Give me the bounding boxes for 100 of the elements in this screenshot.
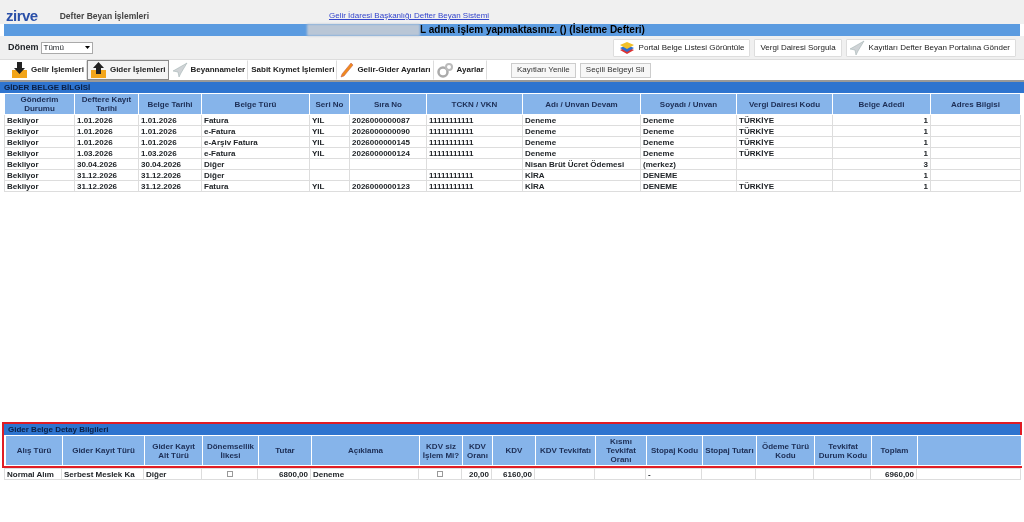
toolbar-tab[interactable]: Sabit Kıymet İşlemleri: [248, 60, 338, 80]
table-cell: TÜRKİYE: [736, 136, 833, 148]
checkbox[interactable]: [226, 470, 233, 477]
table-cell: 31.12.2026: [138, 169, 202, 181]
table-cell: Bekliyor: [4, 180, 75, 192]
page-title: Defter Beyan İşlemleri: [59, 9, 149, 23]
column-header[interactable]: KDV: [492, 435, 536, 466]
table-cell: YIL: [309, 114, 350, 126]
table-cell: Deneme: [640, 147, 737, 159]
column-header[interactable]: Stopaj Tutarı: [702, 435, 757, 466]
column-header[interactable]: Tutar: [258, 435, 312, 466]
column-header[interactable]: Gider Kayıt Alt Türü: [144, 435, 203, 466]
column-header[interactable]: Alış Türü: [5, 435, 63, 466]
column-header[interactable]: Kısmı Tevkifat Oranı: [595, 435, 647, 466]
table-cell: e-Fatura: [201, 125, 310, 137]
column-header[interactable]: Ödeme Türü Kodu: [756, 435, 815, 466]
column-header[interactable]: Gönderim Durumu: [4, 93, 75, 115]
column-header[interactable]: TCKN / VKN: [426, 93, 523, 115]
table-cell: YIL: [309, 125, 350, 137]
table-cell: 31.12.2026: [74, 169, 139, 181]
paper-plane-icon: [848, 39, 865, 56]
paper-plane-icon: [171, 62, 188, 78]
table-cell: 30.04.2026: [74, 158, 139, 170]
table-cell: [813, 468, 871, 480]
table-cell: Deneme: [310, 468, 419, 480]
table-cell: 1.01.2026: [138, 114, 202, 126]
table-cell: Deneme: [522, 114, 641, 126]
column-header[interactable]: Tevkifat Durum Kodu: [814, 435, 872, 466]
table-cell: 11111111111: [426, 136, 523, 148]
table-cell: 20,00: [461, 468, 492, 480]
table-cell: e-Fatura: [201, 147, 310, 159]
table-cell: 2026000000087: [349, 114, 427, 126]
column-header[interactable]: Soyadı / Unvan: [640, 93, 737, 115]
table-cell: Diğer: [201, 158, 310, 170]
toolbar-tab[interactable]: Gelir-Gider Ayarları: [337, 60, 434, 80]
column-header[interactable]: Toplam: [871, 435, 918, 466]
table-cell: Bekliyor: [4, 125, 75, 137]
checkbox[interactable]: [437, 470, 443, 477]
table-cell: 11111111111: [426, 169, 523, 181]
table-cell: Bekliyor: [4, 114, 75, 126]
table-cell: (merkez): [640, 158, 737, 170]
column-header[interactable]: Stopaj Kodu: [646, 435, 703, 466]
table-cell: [309, 158, 350, 170]
table-cell: Bekliyor: [4, 158, 75, 170]
column-header[interactable]: Belge Tarihi: [138, 93, 202, 115]
column-header[interactable]: Gider Kayıt Türü: [62, 435, 145, 466]
table-cell: 1.01.2026: [74, 114, 139, 126]
table-cell: [755, 468, 814, 480]
action-button[interactable]: Vergi Dairesi Sorgula: [754, 38, 842, 57]
table-cell: Deneme: [640, 114, 737, 126]
table-cell: TÜRKİYE: [736, 147, 833, 159]
table-cell: Diğer: [143, 468, 202, 480]
table-cell: Normal Alım: [4, 468, 62, 480]
toolbar-button[interactable]: Kayıtları Yenile: [510, 62, 576, 78]
portal-link[interactable]: Gelir İdaresi Başkanlığı Defter Beyan Sistemi: [329, 10, 490, 22]
column-header[interactable]: Vergi Dairesi Kodu: [736, 93, 833, 115]
column-header[interactable]: Açıklama: [311, 435, 420, 466]
table-cell: 6800,00: [257, 468, 311, 480]
column-header[interactable]: Adı / Unvan Devam: [522, 93, 641, 115]
period-select[interactable]: Tümü: [40, 41, 93, 54]
toolbar-button[interactable]: Seçili Belgeyi Sil: [579, 62, 651, 78]
table-cell: 2026000000145: [349, 136, 427, 148]
table-cell: DENEME: [640, 169, 737, 181]
table-cell: [701, 468, 756, 480]
table-cell: 1.01.2026: [138, 125, 202, 137]
table-cell: 1.03.2026: [74, 147, 139, 159]
toolbar-tab[interactable]: Gider İşlemleri: [86, 60, 169, 80]
table-cell: 1.01.2026: [74, 125, 139, 137]
table-cell: -: [645, 468, 702, 480]
table-cell: Fatura: [201, 180, 310, 192]
column-header[interactable]: Seri No: [309, 93, 350, 115]
table-cell: 1.01.2026: [138, 136, 202, 148]
column-header[interactable]: Belge Türü: [201, 93, 310, 115]
period-label: Dönem: [8, 40, 39, 54]
column-header[interactable]: Sıra No: [349, 93, 427, 115]
pencil-icon: [340, 62, 355, 78]
table-cell: 11111111111: [426, 180, 523, 192]
caret-icon: [84, 46, 90, 49]
column-header[interactable]: KDV Tevkifatı: [535, 435, 596, 466]
table-cell: [309, 169, 350, 181]
action-button[interactable]: Kayıtları Defter Beyan Portalına Gönder: [845, 38, 1016, 57]
column-header[interactable]: KDV siz İşlem Mi?: [419, 435, 463, 466]
table-cell: DENEME: [640, 180, 737, 192]
table-cell: Fatura: [201, 114, 310, 126]
table-cell: 6960,00: [870, 468, 917, 480]
column-header[interactable]: KDV Oranı: [462, 435, 493, 466]
table-cell: TÜRKİYE: [736, 180, 833, 192]
table-cell: 1.01.2026: [74, 136, 139, 148]
table-cell: 1: [832, 114, 931, 126]
column-header[interactable]: Deftere Kayıt Tarihi: [74, 93, 139, 115]
column-header[interactable]: Adres Bilgisi: [930, 93, 1021, 115]
column-header[interactable]: Dönemsellik İlkesi: [202, 435, 259, 466]
download-icon: [11, 62, 28, 78]
gears-icon: [436, 62, 454, 78]
table-cell: 6160,00: [491, 468, 535, 480]
column-header[interactable]: Belge Adedi: [832, 93, 931, 115]
table-cell: YIL: [309, 136, 350, 148]
table-cell: 1.03.2026: [138, 147, 202, 159]
table-cell: Deneme: [522, 147, 641, 159]
action-button[interactable]: Portal Belge Listesi Görüntüle: [612, 38, 751, 57]
